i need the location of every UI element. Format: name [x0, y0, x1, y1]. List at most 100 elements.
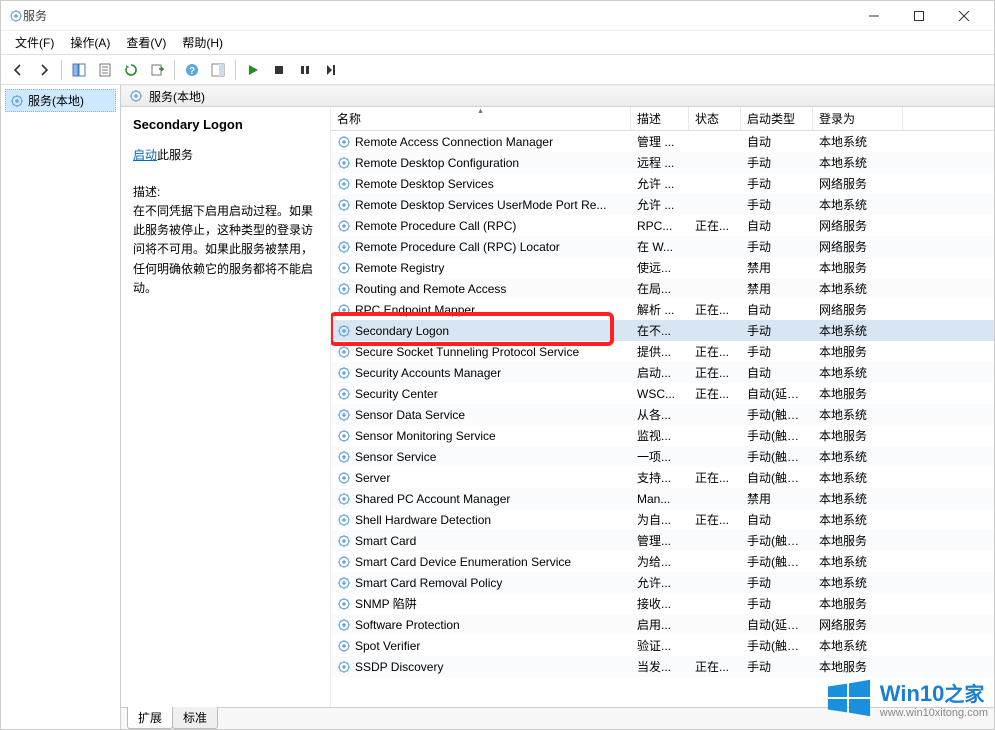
cell-logon: 本地系统 — [813, 553, 903, 570]
service-row[interactable]: Security CenterWSC...正在...自动(延迟...本地服务 — [331, 383, 994, 404]
app-icon — [9, 9, 23, 23]
service-row[interactable]: Sensor Data Service从各...手动(触发...本地系统 — [331, 404, 994, 425]
service-row[interactable]: Smart Card Device Enumeration Service为给.… — [331, 551, 994, 572]
cell-logon: 本地系统 — [813, 322, 903, 339]
cell-name: SNMP 陷阱 — [331, 595, 631, 612]
gear-icon — [337, 261, 351, 275]
close-button[interactable] — [941, 1, 986, 31]
service-row[interactable]: Security Accounts Manager启动...正在...自动本地系… — [331, 362, 994, 383]
cell-desc: 为自... — [631, 511, 689, 528]
service-row[interactable]: Shared PC Account ManagerMan...禁用本地系统 — [331, 488, 994, 509]
nav-forward-button[interactable] — [33, 59, 55, 81]
cell-name: Security Accounts Manager — [331, 366, 631, 380]
cell-logon: 本地系统 — [813, 196, 903, 213]
cell-start: 手动 — [741, 574, 813, 591]
service-row[interactable]: Remote Procedure Call (RPC)RPC...正在...自动… — [331, 215, 994, 236]
column-header-desc[interactable]: 描述 — [631, 107, 689, 130]
column-header-logon[interactable]: 登录为 — [813, 107, 903, 130]
restart-service-button[interactable] — [320, 59, 342, 81]
description-label: 描述: — [133, 183, 318, 200]
service-name-text: Shell Hardware Detection — [355, 513, 491, 527]
column-header-status[interactable]: 状态 — [689, 107, 741, 130]
help-button[interactable]: ? — [181, 59, 203, 81]
gear-icon — [337, 324, 351, 338]
service-row[interactable]: Remote Registry使远...禁用本地服务 — [331, 257, 994, 278]
service-row[interactable]: Software Protection启用...自动(延迟...网络服务 — [331, 614, 994, 635]
menu-file[interactable]: 文件(F) — [7, 32, 62, 53]
stop-service-button[interactable] — [268, 59, 290, 81]
gear-icon — [337, 177, 351, 191]
menu-view[interactable]: 查看(V) — [118, 32, 174, 53]
pane-header-label: 服务(本地) — [149, 88, 205, 105]
show-hide-tree-button[interactable] — [68, 59, 90, 81]
service-row[interactable]: Routing and Remote Access在局...禁用本地系统 — [331, 278, 994, 299]
properties-button[interactable] — [94, 59, 116, 81]
cell-status: 正在... — [689, 301, 741, 318]
refresh-button[interactable] — [120, 59, 142, 81]
action-pane-button[interactable] — [207, 59, 229, 81]
cell-desc: 使远... — [631, 259, 689, 276]
column-header-name[interactable]: 名称 ▴ — [331, 107, 631, 130]
minimize-button[interactable] — [851, 1, 896, 31]
cell-start: 禁用 — [741, 490, 813, 507]
description-text: 在不同凭据下启用启动过程。如果此服务被停止，这种类型的登录访问将不可用。如果此服… — [133, 202, 318, 298]
tab-extended[interactable]: 扩展 — [127, 707, 173, 729]
service-list-body[interactable]: Remote Access Connection Manager管理 ...自动… — [331, 131, 994, 707]
service-row[interactable]: Smart Card Removal Policy允许...手动本地系统 — [331, 572, 994, 593]
cell-logon: 网络服务 — [813, 616, 903, 633]
gear-icon — [337, 198, 351, 212]
window-title: 服务 — [23, 7, 851, 24]
cell-start: 自动 — [741, 133, 813, 150]
cell-name: Smart Card Device Enumeration Service — [331, 555, 631, 569]
cell-logon: 本地系统 — [813, 448, 903, 465]
window-titlebar: 服务 — [1, 1, 994, 31]
service-row[interactable]: Shell Hardware Detection为自...正在...自动本地系统 — [331, 509, 994, 530]
service-row[interactable]: Remote Desktop Services允许 ...手动网络服务 — [331, 173, 994, 194]
service-row[interactable]: Smart Card管理...手动(触发...本地服务 — [331, 530, 994, 551]
service-row[interactable]: Remote Desktop Services UserMode Port Re… — [331, 194, 994, 215]
start-service-button[interactable] — [242, 59, 264, 81]
gear-icon — [337, 660, 351, 674]
service-row[interactable]: SNMP 陷阱接收...手动本地服务 — [331, 593, 994, 614]
service-name-text: Software Protection — [355, 618, 460, 632]
service-row[interactable]: Remote Access Connection Manager管理 ...自动… — [331, 131, 994, 152]
column-header-start[interactable]: 启动类型 — [741, 107, 813, 130]
cell-name: Remote Access Connection Manager — [331, 135, 631, 149]
service-row[interactable]: Secondary Logon在不...手动本地系统 — [331, 320, 994, 341]
pause-service-button[interactable] — [294, 59, 316, 81]
export-list-button[interactable] — [146, 59, 168, 81]
cell-start: 手动 — [741, 175, 813, 192]
service-row[interactable]: RPC Endpoint Mapper解析 ...正在...自动网络服务 — [331, 299, 994, 320]
cell-status: 正在... — [689, 364, 741, 381]
nav-back-button[interactable] — [7, 59, 29, 81]
cell-start: 手动(触发... — [741, 427, 813, 444]
service-row[interactable]: Sensor Monitoring Service监视...手动(触发...本地… — [331, 425, 994, 446]
cell-desc: 允许 ... — [631, 175, 689, 192]
service-name-text: Remote Desktop Services UserMode Port Re… — [355, 198, 606, 212]
service-row[interactable]: Remote Desktop Configuration远程 ...手动本地系统 — [331, 152, 994, 173]
cell-start: 手动(触发... — [741, 637, 813, 654]
cell-name: RPC Endpoint Mapper — [331, 303, 631, 317]
cell-logon: 本地服务 — [813, 385, 903, 402]
menu-help[interactable]: 帮助(H) — [174, 32, 231, 53]
cell-desc: WSC... — [631, 387, 689, 401]
cell-status: 正在... — [689, 385, 741, 402]
menu-action[interactable]: 操作(A) — [62, 32, 118, 53]
gear-icon — [337, 597, 351, 611]
service-row[interactable]: SSDP Discovery当发...正在...手动本地服务 — [331, 656, 994, 677]
service-row[interactable]: Spot Verifier验证...手动(触发...本地系统 — [331, 635, 994, 656]
service-name-text: Security Accounts Manager — [355, 366, 501, 380]
service-row[interactable]: Secure Socket Tunneling Protocol Service… — [331, 341, 994, 362]
start-service-link[interactable]: 启动 — [133, 148, 157, 162]
tab-standard[interactable]: 标准 — [172, 707, 218, 729]
service-row[interactable]: Sensor Service一项...手动(触发...本地系统 — [331, 446, 994, 467]
service-row[interactable]: Remote Procedure Call (RPC) Locator在 W..… — [331, 236, 994, 257]
tree-services-local[interactable]: 服务(本地) — [5, 89, 116, 112]
gear-icon — [337, 345, 351, 359]
cell-name: Secure Socket Tunneling Protocol Service — [331, 345, 631, 359]
cell-name: Security Center — [331, 387, 631, 401]
maximize-button[interactable] — [896, 1, 941, 31]
service-row[interactable]: Server支持...正在...自动(触发...本地系统 — [331, 467, 994, 488]
cell-logon: 网络服务 — [813, 301, 903, 318]
cell-name: Spot Verifier — [331, 639, 631, 653]
